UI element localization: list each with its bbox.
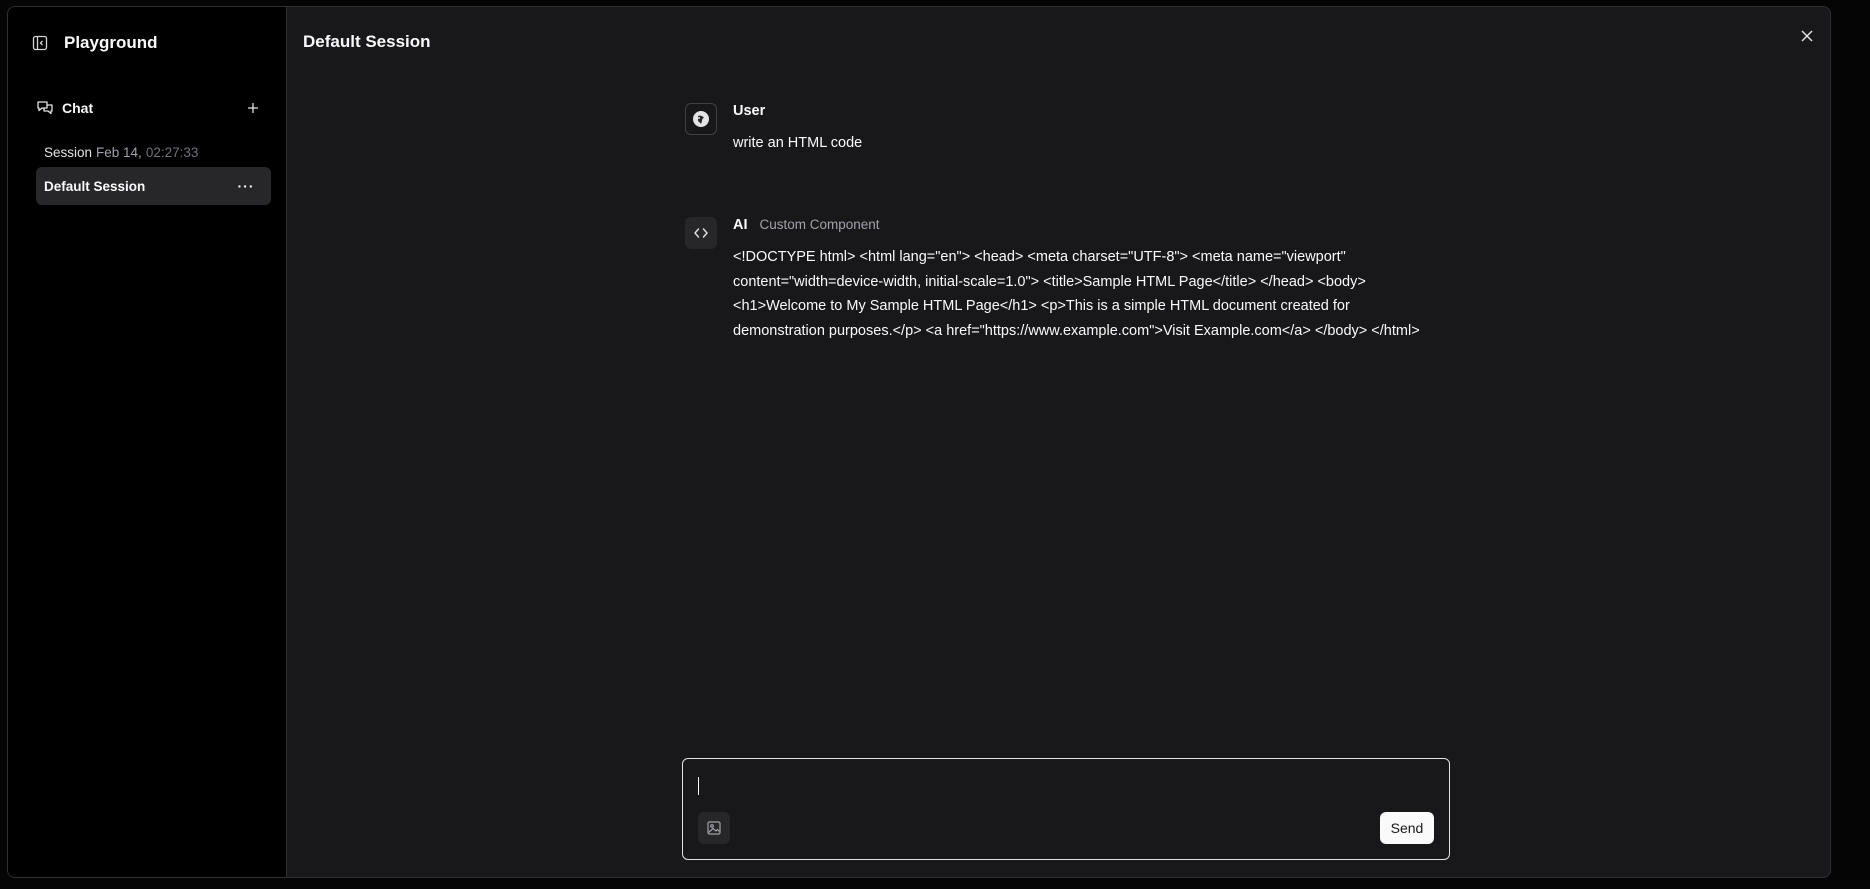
message-input[interactable] xyxy=(697,773,1421,799)
session-date: Feb 14, xyxy=(96,144,142,160)
messages-icon xyxy=(36,99,54,117)
sidebar-title: Playground xyxy=(64,33,158,52)
message-body: User write an HTML code xyxy=(733,103,862,156)
chat-label: Chat xyxy=(62,100,94,116)
image-icon xyxy=(707,821,721,835)
sender-name: User xyxy=(733,103,766,119)
ellipsis-icon[interactable]: ··· xyxy=(237,178,255,194)
session-name: Default Session xyxy=(44,178,146,194)
sender-name: AI xyxy=(733,217,748,233)
session-name: Session xyxy=(44,144,93,160)
plus-icon xyxy=(248,103,258,113)
send-button[interactable]: Send xyxy=(1380,812,1434,844)
sidebar-header: Playground xyxy=(32,33,158,53)
playground-modal: Playground Chat Session Feb 14, 02:27:33 xyxy=(7,6,1831,878)
message-ai: AI Custom Component <!DOCTYPE html> <htm… xyxy=(685,217,1420,343)
message-text: write an HTML code xyxy=(733,135,863,151)
close-icon xyxy=(1801,30,1813,42)
code-icon xyxy=(685,217,717,249)
message-text: <!DOCTYPE html> <html lang="en"> <head> … xyxy=(733,249,1420,339)
page-title: Default Session xyxy=(303,32,431,51)
session-time: 02:27:33 xyxy=(145,144,199,160)
close-button[interactable] xyxy=(1798,27,1816,45)
message-body: AI Custom Component <!DOCTYPE html> <htm… xyxy=(733,217,1423,343)
attach-image-button[interactable] xyxy=(698,812,730,844)
panel-left-close-icon[interactable] xyxy=(32,35,48,51)
chat-composer: Send xyxy=(682,758,1450,860)
session-item[interactable]: Session Feb 14, 02:27:33 xyxy=(36,133,271,171)
chat-main: Default Session User write an HTML code xyxy=(287,7,1830,877)
chat-section-header: Chat xyxy=(36,97,262,119)
message-user: User write an HTML code xyxy=(685,103,1405,156)
user-avatar-icon xyxy=(685,103,717,135)
session-item-default[interactable]: Default Session ··· xyxy=(36,167,271,205)
component-label: Custom Component xyxy=(759,217,880,232)
new-chat-button[interactable] xyxy=(244,99,262,117)
sidebar: Playground Chat Session Feb 14, 02:27:33 xyxy=(8,7,287,877)
